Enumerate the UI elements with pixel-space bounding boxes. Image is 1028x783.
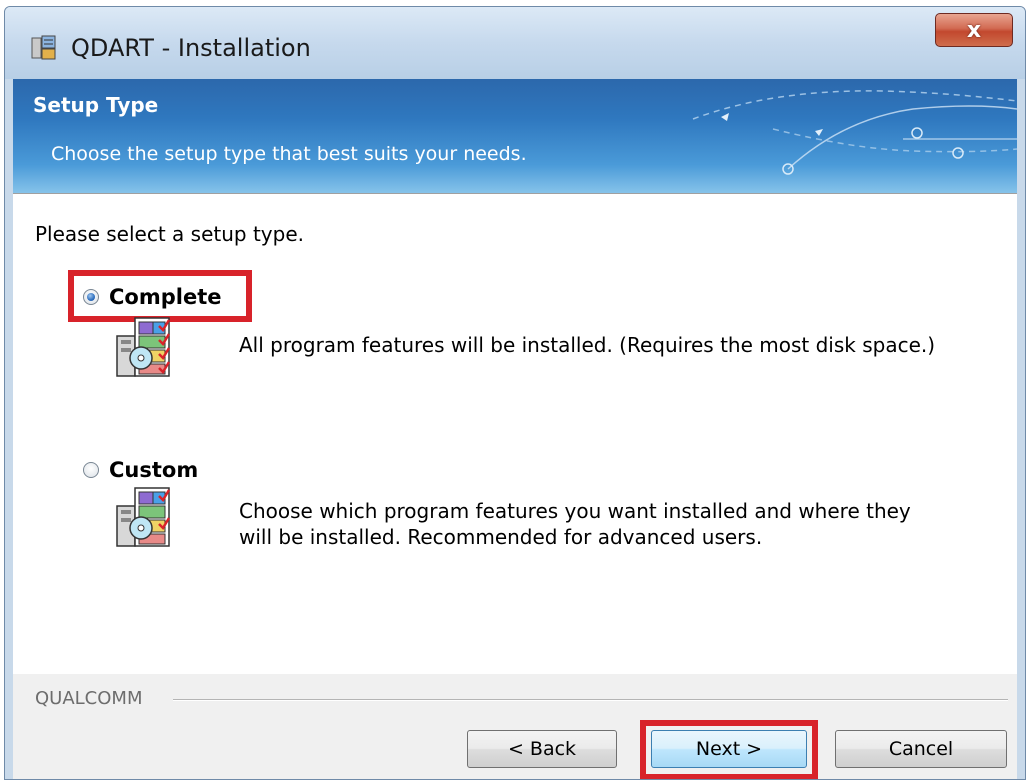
radio-button-unselected-icon[interactable] [83, 462, 99, 478]
header-banner: Setup Type Choose the setup type that be… [13, 79, 1017, 193]
radio-custom[interactable]: Custom [83, 458, 198, 482]
back-button[interactable]: < Back [467, 730, 617, 768]
setup-custom-icon [116, 487, 171, 547]
custom-description-line-1: Choose which program features you want i… [239, 499, 911, 523]
installer-window: QDART - Installation x Setup Type Choose… [4, 6, 1026, 780]
close-icon: x [966, 18, 982, 43]
banner-decoration-graphic [692, 90, 1017, 175]
complete-description: All program features will be installed. … [239, 333, 936, 357]
banner-subtitle: Choose the setup type that best suits yo… [51, 143, 527, 165]
radio-custom-label[interactable]: Custom [109, 458, 198, 482]
setup-type-panel: Please select a setup type. Complete All… [13, 194, 1017, 674]
close-button[interactable]: x [935, 13, 1013, 47]
cancel-button[interactable]: Cancel [835, 730, 1007, 768]
footer-separator [173, 699, 1008, 701]
window-title: QDART - Installation [71, 34, 311, 62]
dialog-client-area: Setup Type Choose the setup type that be… [13, 79, 1017, 779]
setup-complete-icon [116, 317, 171, 377]
custom-description-line-2: will be installed. Recommended for advan… [239, 525, 763, 549]
banner-title: Setup Type [33, 93, 159, 117]
highlight-box-next [640, 720, 818, 779]
title-bar[interactable]: QDART - Installation x [5, 7, 1025, 79]
brand-label: QUALCOMM [35, 688, 143, 709]
installer-app-icon [31, 35, 56, 60]
dialog-footer: QUALCOMM < Back Next > Cancel [13, 674, 1017, 779]
select-prompt: Please select a setup type. [35, 222, 304, 246]
